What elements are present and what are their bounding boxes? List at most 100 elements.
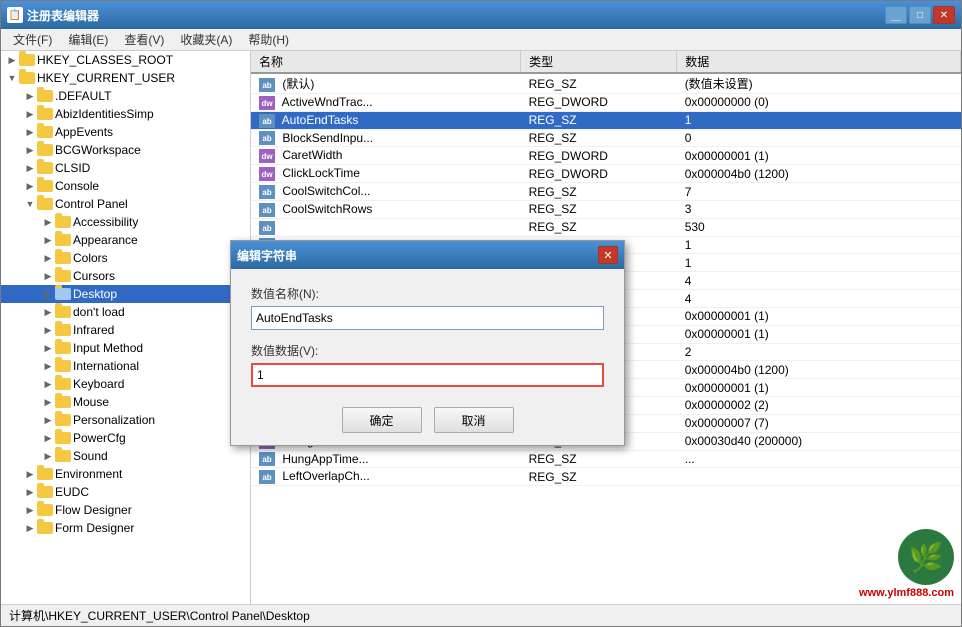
reg-data: 7 [677, 183, 961, 201]
tree-node-inputmethod[interactable]: ▶ Input Method [1, 339, 251, 357]
table-row[interactable]: ab CoolSwitchCol... REG_SZ 7 [251, 183, 961, 201]
reg-type: REG_SZ [521, 183, 677, 201]
tree-node-formdesigner[interactable]: ▶ Form Designer [1, 519, 251, 537]
tree-node-colors[interactable]: ▶ Colors [1, 249, 251, 267]
tree-node-abiz[interactable]: ▶ AbizIdentitiesSimp [1, 105, 251, 123]
tree-node-dontload[interactable]: ▶ don't load [1, 303, 251, 321]
menu-favorites[interactable]: 收藏夹(A) [172, 29, 240, 50]
expand-icon-abiz[interactable]: ▶ [23, 107, 37, 121]
edit-string-dialog: 编辑字符串 ✕ 数值名称(N): 数值数据(V): 确定 取消 [230, 240, 625, 446]
expand-icon-dontload[interactable]: ▶ [41, 305, 55, 319]
reg-data: 4 [677, 290, 961, 308]
expand-icon-cursors[interactable]: ▶ [41, 269, 55, 283]
status-path: 计算机\HKEY_CURRENT_USER\Control Panel\Desk… [9, 607, 310, 624]
table-row[interactable]: dw ActiveWndTrac... REG_DWORD 0x00000000… [251, 94, 961, 112]
reg-data: ... [677, 450, 961, 468]
expand-icon-eudc[interactable]: ▶ [23, 485, 37, 499]
expand-icon-controlpanel[interactable]: ▼ [23, 197, 37, 211]
tree-node-hkcr[interactable]: ▶ HKEY_CLASSES_ROOT [1, 51, 251, 69]
minimize-button[interactable]: ＿ [885, 6, 907, 24]
expand-icon-sound[interactable]: ▶ [41, 449, 55, 463]
expand-icon-console[interactable]: ▶ [23, 179, 37, 193]
reg-data: 1 [677, 111, 961, 129]
menu-file[interactable]: 文件(F) [5, 29, 60, 50]
expand-icon-bcg[interactable]: ▶ [23, 143, 37, 157]
expand-icon-inputmethod[interactable]: ▶ [41, 341, 55, 355]
tree-node-environment[interactable]: ▶ Environment [1, 465, 251, 483]
maximize-button[interactable]: □ [909, 6, 931, 24]
expand-icon-accessibility[interactable]: ▶ [41, 215, 55, 229]
tree-node-powercfg[interactable]: ▶ PowerCfg [1, 429, 251, 447]
tree-node-default[interactable]: ▶ .DEFAULT [1, 87, 251, 105]
expand-icon-environment[interactable]: ▶ [23, 467, 37, 481]
table-row[interactable]: ab REG_SZ 530 [251, 218, 961, 236]
tree-node-appearance[interactable]: ▶ Appearance [1, 231, 251, 249]
table-row[interactable]: ab AutoEndTasks REG_SZ 1 [251, 111, 961, 129]
dialog-cancel-button[interactable]: 取消 [434, 407, 514, 433]
expand-icon-keyboard[interactable]: ▶ [41, 377, 55, 391]
tree-node-console[interactable]: ▶ Console [1, 177, 251, 195]
tree-node-keyboard[interactable]: ▶ Keyboard [1, 375, 251, 393]
tree-node-bcg[interactable]: ▶ BCGWorkspace [1, 141, 251, 159]
col-header-data[interactable]: 数据 [677, 51, 961, 73]
menu-edit[interactable]: 编辑(E) [60, 29, 116, 50]
col-header-type[interactable]: 类型 [521, 51, 677, 73]
tree-label-inputmethod: Input Method [73, 339, 143, 357]
expand-icon-desktop[interactable]: ▶ [41, 287, 55, 301]
folder-icon-hkcu [19, 70, 35, 86]
table-row[interactable]: ab LeftOverlapCh... REG_SZ [251, 468, 961, 486]
tree-node-international[interactable]: ▶ International [1, 357, 251, 375]
expand-icon-mouse[interactable]: ▶ [41, 395, 55, 409]
folder-icon-appevents [37, 124, 53, 140]
tree-node-flowdesigner[interactable]: ▶ Flow Designer [1, 501, 251, 519]
close-button[interactable]: ✕ [933, 6, 955, 24]
tree-node-personalization[interactable]: ▶ Personalization [1, 411, 251, 429]
expand-icon-default[interactable]: ▶ [23, 89, 37, 103]
expand-icon-hkcu[interactable]: ▼ [5, 71, 19, 85]
expand-icon-international[interactable]: ▶ [41, 359, 55, 373]
tree-node-clsid[interactable]: ▶ CLSID [1, 159, 251, 177]
dialog-close-button[interactable]: ✕ [598, 246, 618, 264]
reg-type: REG_SZ [521, 73, 677, 94]
expand-icon-clsid[interactable]: ▶ [23, 161, 37, 175]
table-row[interactable]: ab (默认) REG_SZ (数值未设置) [251, 73, 961, 94]
dialog-data-input[interactable] [251, 363, 604, 387]
expand-icon-hkcr[interactable]: ▶ [5, 53, 19, 67]
tree-node-accessibility[interactable]: ▶ Accessibility [1, 213, 251, 231]
expand-icon-colors[interactable]: ▶ [41, 251, 55, 265]
table-row[interactable]: ab HungAppTime... REG_SZ ... [251, 450, 961, 468]
reg-data: 0x00000001 (1) [677, 307, 961, 325]
tree-node-sound[interactable]: ▶ Sound [1, 447, 251, 465]
expand-icon-powercfg[interactable]: ▶ [41, 431, 55, 445]
menu-view[interactable]: 查看(V) [116, 29, 172, 50]
expand-icon-infrared[interactable]: ▶ [41, 323, 55, 337]
reg-type-icon: ab [259, 452, 275, 466]
expand-icon-appearance[interactable]: ▶ [41, 233, 55, 247]
dialog-ok-button[interactable]: 确定 [342, 407, 422, 433]
tree-node-mouse[interactable]: ▶ Mouse [1, 393, 251, 411]
tree-label-mouse: Mouse [73, 393, 109, 411]
tree-node-eudc[interactable]: ▶ EUDC [1, 483, 251, 501]
tree-node-controlpanel[interactable]: ▼ Control Panel [1, 195, 251, 213]
table-row[interactable]: ab BlockSendInpu... REG_SZ 0 [251, 129, 961, 147]
menu-help[interactable]: 帮助(H) [240, 29, 297, 50]
table-row[interactable]: dw CaretWidth REG_DWORD 0x00000001 (1) [251, 147, 961, 165]
expand-icon-flowdesigner[interactable]: ▶ [23, 503, 37, 517]
reg-name: BlockSendInpu... [282, 131, 373, 145]
col-header-name[interactable]: 名称 [251, 51, 521, 73]
tree-node-infrared[interactable]: ▶ Infrared [1, 321, 251, 339]
table-row[interactable]: ab CoolSwitchRows REG_SZ 3 [251, 200, 961, 218]
expand-icon-personalization[interactable]: ▶ [41, 413, 55, 427]
tree-node-hkcu[interactable]: ▼ HKEY_CURRENT_USER [1, 69, 251, 87]
tree-pane[interactable]: ▶ HKEY_CLASSES_ROOT ▼ HKEY_CURRENT_USER … [1, 51, 251, 604]
expand-icon-appevents[interactable]: ▶ [23, 125, 37, 139]
reg-data: 0 [677, 129, 961, 147]
tree-node-appevents[interactable]: ▶ AppEvents [1, 123, 251, 141]
folder-icon-abiz [37, 106, 53, 122]
expand-icon-formdesigner[interactable]: ▶ [23, 521, 37, 535]
dialog-name-input[interactable] [251, 306, 604, 330]
tree-node-desktop[interactable]: ▶ Desktop [1, 285, 251, 303]
table-row[interactable]: dw ClickLockTime REG_DWORD 0x000004b0 (1… [251, 165, 961, 183]
reg-type: REG_DWORD [521, 94, 677, 112]
tree-node-cursors[interactable]: ▶ Cursors [1, 267, 251, 285]
